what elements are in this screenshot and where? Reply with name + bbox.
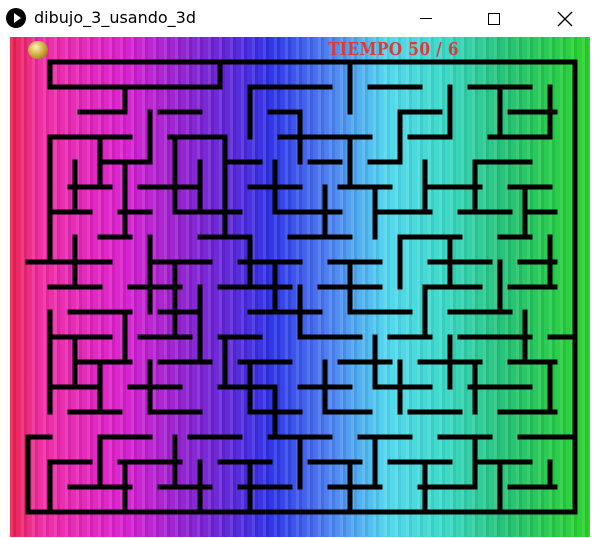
play-icon	[6, 8, 26, 28]
game-canvas[interactable]: TIEMPO 50 / 6	[10, 37, 590, 537]
window-titlebar: dibujo_3_usando_3d	[0, 0, 602, 37]
maze-walls	[25, 59, 578, 515]
timer-hud: TIEMPO 50 / 6	[328, 39, 460, 60]
close-icon	[557, 11, 573, 26]
window-title: dibujo_3_usando_3d	[34, 8, 197, 27]
close-button[interactable]	[542, 0, 588, 37]
maximize-button[interactable]	[471, 0, 517, 37]
minimize-button[interactable]	[403, 0, 449, 37]
minimize-icon	[420, 17, 432, 20]
maximize-icon	[488, 12, 500, 25]
player-ball[interactable]	[28, 41, 48, 59]
